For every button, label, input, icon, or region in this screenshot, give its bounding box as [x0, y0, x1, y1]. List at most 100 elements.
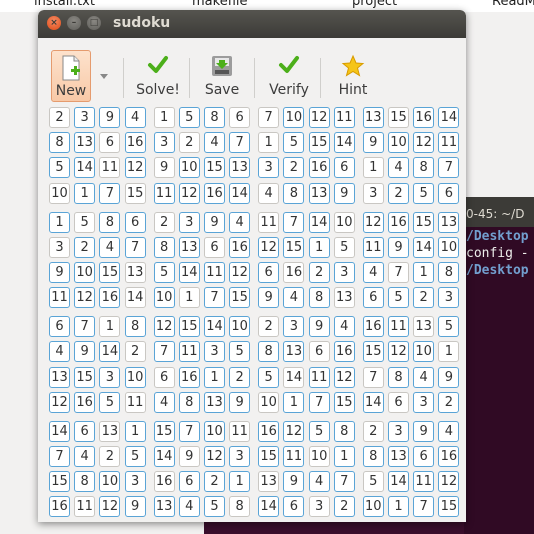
sudoku-cell[interactable]: 12 [362, 211, 384, 233]
background-terminal[interactable]: 0-45: ~/D /Desktop config - /Desktop [460, 197, 534, 534]
sudoku-cell[interactable]: 2 [413, 287, 435, 309]
save-button[interactable]: Save [200, 50, 244, 102]
sudoku-cell[interactable]: 4 [204, 132, 225, 154]
sudoku-cell[interactable]: 10 [99, 471, 121, 493]
sudoku-cell[interactable]: 13 [74, 132, 96, 154]
sudoku-cell[interactable]: 2 [308, 262, 330, 283]
sudoku-cell[interactable]: 11 [362, 236, 384, 258]
sudoku-cell[interactable]: 6 [362, 287, 384, 309]
minimize-button[interactable]: – [67, 16, 81, 30]
sudoku-cell[interactable]: 11 [388, 316, 409, 338]
sudoku-cell[interactable]: 15 [413, 211, 435, 233]
sudoku-cell[interactable]: 11 [49, 287, 70, 309]
sudoku-cell[interactable]: 10 [388, 132, 409, 154]
sudoku-cell[interactable]: 9 [49, 262, 70, 283]
sudoku-cell[interactable]: 6 [49, 316, 70, 338]
sudoku-cell[interactable]: 12 [204, 446, 225, 467]
sudoku-cell[interactable]: 15 [49, 471, 70, 493]
sudoku-cell[interactable]: 11 [74, 496, 96, 518]
sudoku-cell[interactable]: 16 [283, 262, 305, 283]
sudoku-cell[interactable]: 11 [333, 107, 355, 128]
sudoku-cell[interactable]: 9 [229, 391, 251, 413]
sudoku-cell[interactable]: 7 [362, 366, 384, 388]
sudoku-cell[interactable]: 8 [153, 236, 175, 258]
sudoku-cell[interactable]: 11 [204, 262, 225, 283]
sudoku-cell[interactable]: 2 [153, 211, 175, 233]
sudoku-cell[interactable]: 2 [388, 182, 409, 204]
sudoku-cell[interactable]: 5 [308, 420, 330, 442]
sudoku-cell[interactable]: 1 [413, 262, 435, 283]
sudoku-cell[interactable]: 2 [124, 341, 146, 363]
sudoku-cell[interactable]: 12 [124, 157, 146, 179]
sudoku-cell[interactable]: 12 [308, 107, 330, 128]
sudoku-cell[interactable]: 4 [308, 471, 330, 493]
sudoku-cell[interactable]: 12 [333, 366, 355, 388]
verify-button[interactable]: Verify [264, 50, 314, 102]
sudoku-cell[interactable]: 12 [229, 262, 251, 283]
sudoku-cell[interactable]: 5 [258, 366, 280, 388]
sudoku-cell[interactable]: 3 [438, 287, 460, 309]
sudoku-cell[interactable]: 15 [99, 262, 121, 283]
sudoku-cell[interactable]: 6 [283, 496, 305, 518]
sudoku-cell[interactable]: 10 [229, 316, 251, 338]
sudoku-cell[interactable]: 15 [308, 132, 330, 154]
sudoku-cell[interactable]: 10 [124, 366, 146, 388]
sudoku-cell[interactable]: 8 [308, 287, 330, 309]
sudoku-cell[interactable]: 9 [283, 471, 305, 493]
sudoku-cell[interactable]: 6 [153, 366, 175, 388]
sudoku-cell[interactable]: 3 [308, 496, 330, 518]
sudoku-cell[interactable]: 7 [74, 316, 96, 338]
sudoku-cell[interactable]: 13 [388, 446, 409, 467]
sudoku-cell[interactable]: 6 [388, 391, 409, 413]
sudoku-cell[interactable]: 14 [153, 446, 175, 467]
sudoku-cell[interactable]: 13 [362, 107, 384, 128]
sudoku-cell[interactable]: 7 [49, 446, 70, 467]
sudoku-cell[interactable]: 12 [413, 132, 435, 154]
sudoku-cell[interactable]: 1 [153, 107, 175, 128]
sudoku-cell[interactable]: 14 [204, 316, 225, 338]
sudoku-cell[interactable]: 12 [153, 316, 175, 338]
sudoku-cell[interactable]: 15 [362, 341, 384, 363]
sudoku-cell[interactable]: 5 [362, 471, 384, 493]
sudoku-cell[interactable]: 8 [362, 446, 384, 467]
sudoku-cell[interactable]: 2 [178, 132, 200, 154]
sudoku-cell[interactable]: 15 [438, 496, 460, 518]
desktop-file[interactable]: project [352, 0, 397, 9]
sudoku-cell[interactable]: 10 [178, 157, 200, 179]
sudoku-cell[interactable]: 15 [283, 236, 305, 258]
sudoku-cell[interactable]: 4 [362, 262, 384, 283]
desktop-file[interactable]: install.txt [34, 0, 95, 9]
sudoku-cell[interactable]: 12 [74, 287, 96, 309]
sudoku-cell[interactable]: 11 [438, 132, 460, 154]
sudoku-cell[interactable]: 15 [124, 182, 146, 204]
sudoku-cell[interactable]: 8 [74, 471, 96, 493]
sudoku-cell[interactable]: 1 [74, 182, 96, 204]
sudoku-cell[interactable]: 5 [74, 211, 96, 233]
sudoku-cell[interactable]: 9 [153, 157, 175, 179]
sudoku-cell[interactable]: 11 [99, 157, 121, 179]
sudoku-cell[interactable]: 16 [74, 391, 96, 413]
sudoku-cell[interactable]: 12 [438, 471, 460, 493]
sudoku-cell[interactable]: 3 [388, 420, 409, 442]
sudoku-cell[interactable]: 2 [438, 391, 460, 413]
sudoku-cell[interactable]: 3 [49, 236, 70, 258]
sudoku-cell[interactable]: 7 [308, 391, 330, 413]
sudoku-cell[interactable]: 5 [204, 496, 225, 518]
sudoku-cell[interactable]: 14 [438, 107, 460, 128]
sudoku-cell[interactable]: 13 [124, 262, 146, 283]
sudoku-cell[interactable]: 10 [362, 496, 384, 518]
sudoku-cell[interactable]: 14 [362, 391, 384, 413]
sudoku-cell[interactable]: 15 [333, 391, 355, 413]
sudoku-cell[interactable]: 15 [74, 366, 96, 388]
sudoku-cell[interactable]: 11 [413, 471, 435, 493]
sudoku-cell[interactable]: 5 [178, 107, 200, 128]
sudoku-cell[interactable]: 2 [204, 471, 225, 493]
sudoku-cell[interactable]: 11 [178, 341, 200, 363]
sudoku-cell[interactable]: 15 [178, 316, 200, 338]
sudoku-cell[interactable]: 9 [308, 316, 330, 338]
sudoku-cell[interactable]: 13 [283, 341, 305, 363]
sudoku-cell[interactable]: 2 [99, 446, 121, 467]
sudoku-cell[interactable]: 12 [283, 420, 305, 442]
desktop-file[interactable]: ReadM [492, 0, 534, 9]
sudoku-cell[interactable]: 16 [258, 420, 280, 442]
